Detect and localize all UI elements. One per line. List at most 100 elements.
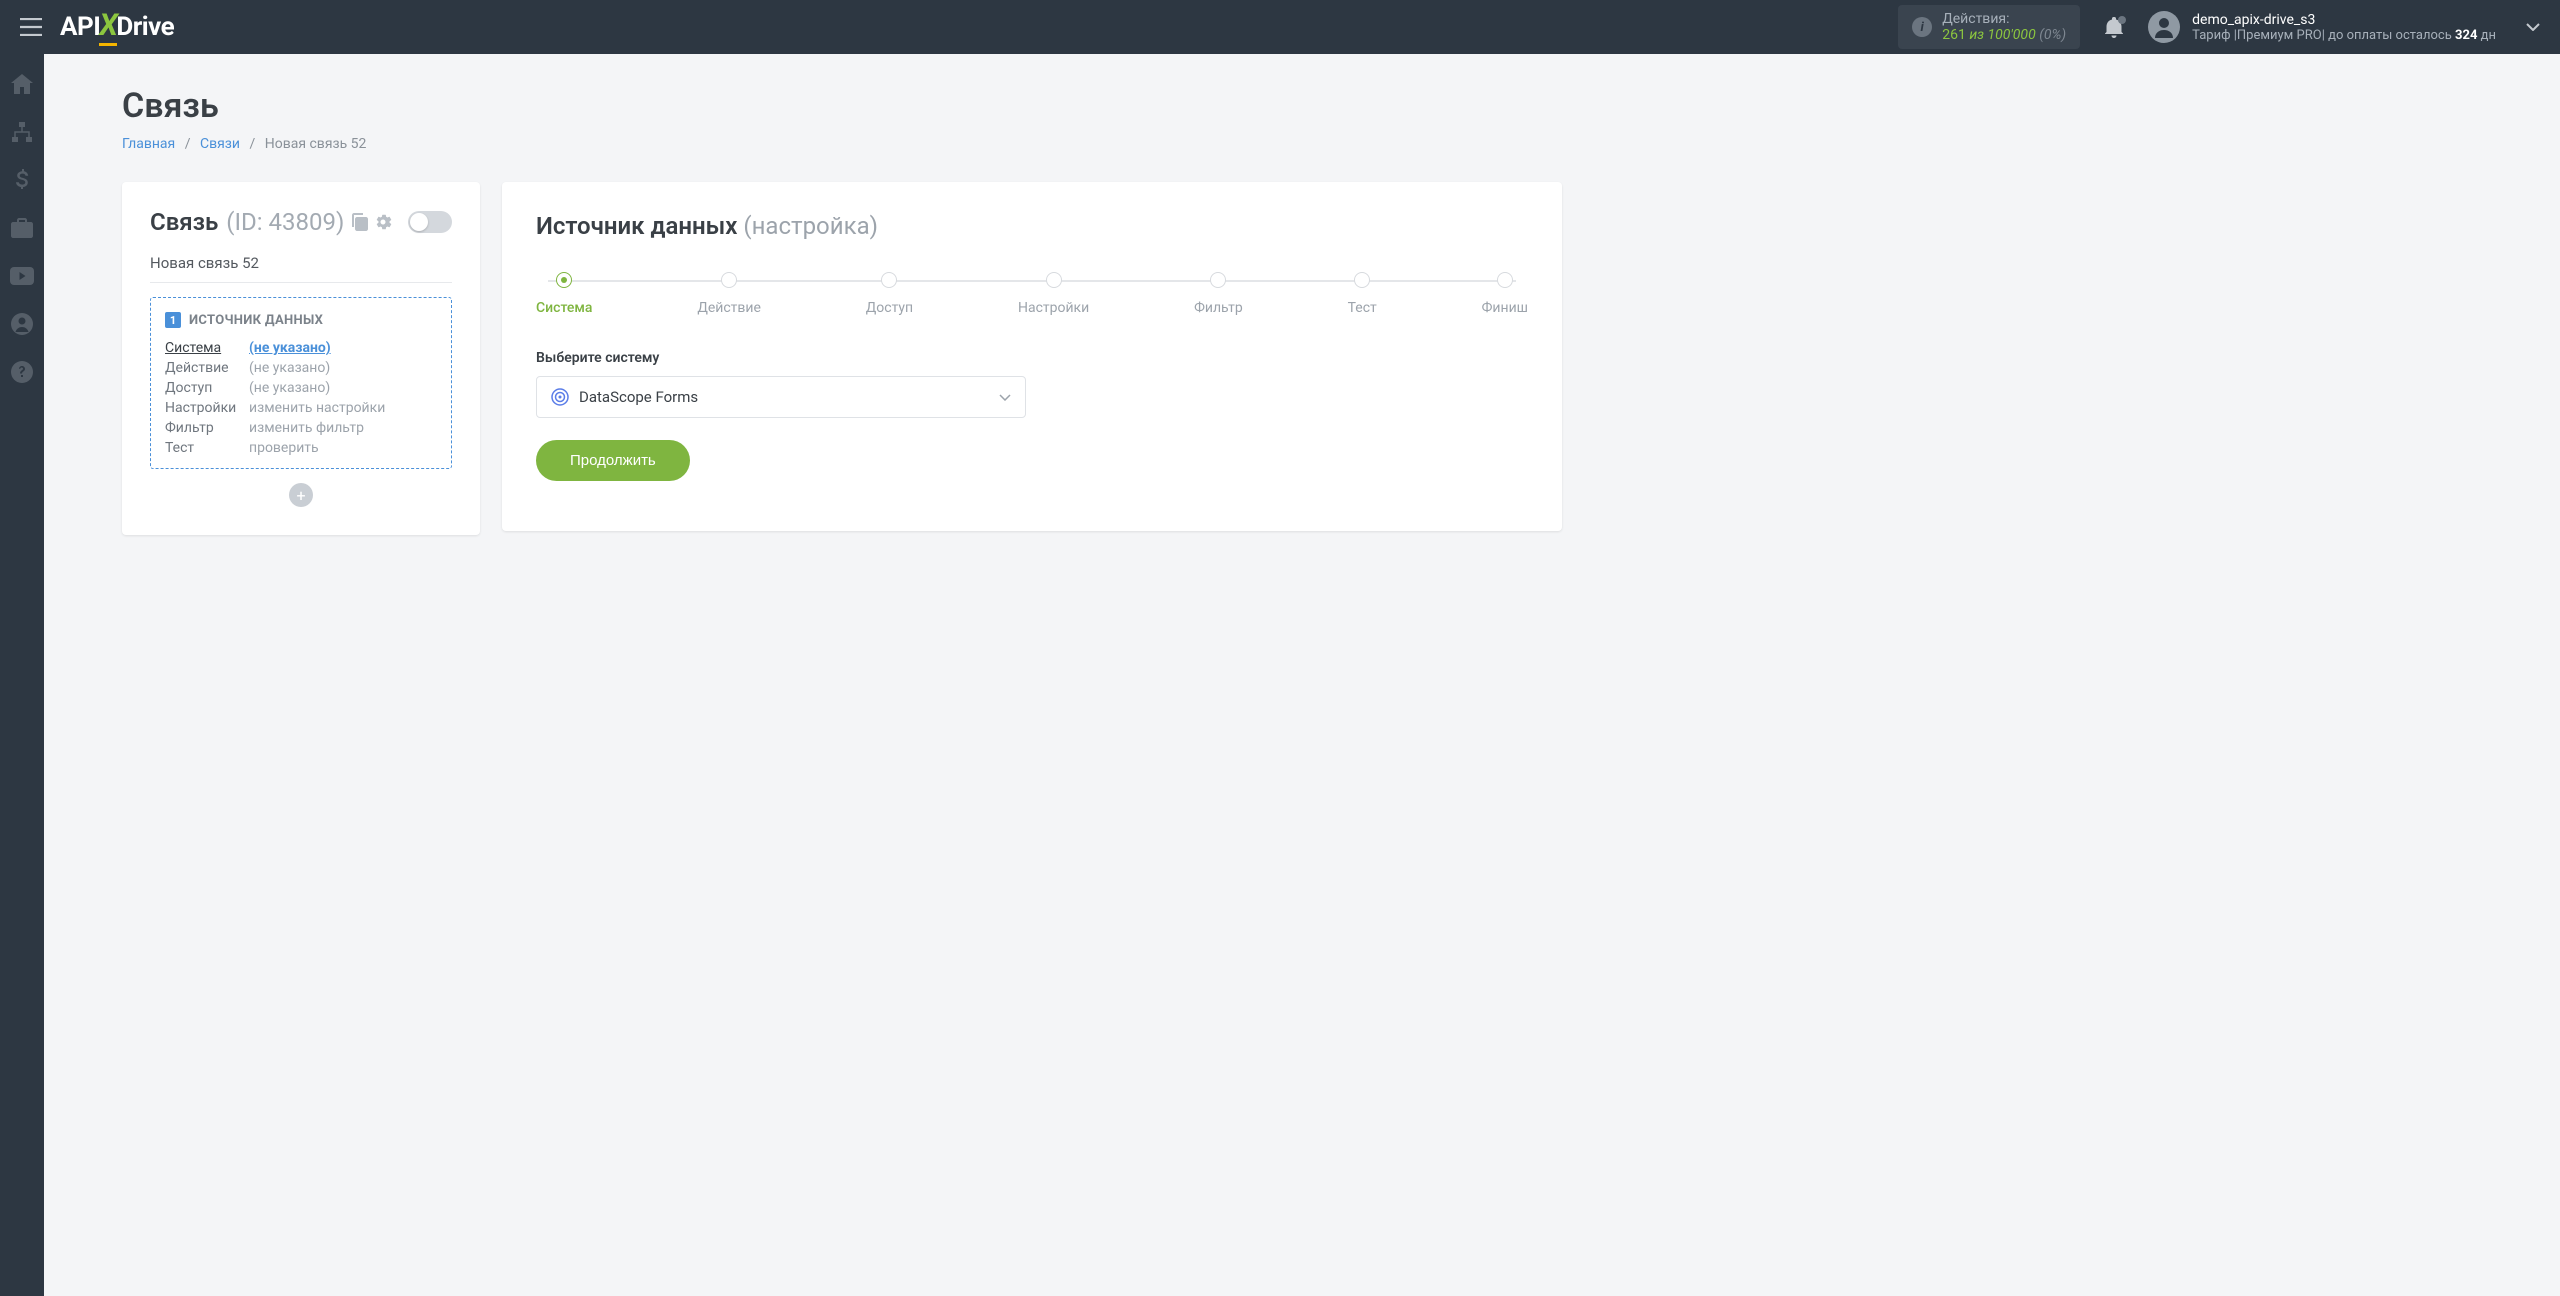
sidebar-user-icon[interactable] <box>10 312 34 336</box>
chevron-down-icon <box>999 394 1011 401</box>
field-label: Выберите систему <box>536 350 1528 366</box>
source-table: Система(не указано)Действие(не указано)Д… <box>165 340 437 456</box>
step-финиш[interactable]: Финиш <box>1482 272 1528 316</box>
breadcrumb-current: Новая связь 52 <box>265 136 367 152</box>
step-настройки[interactable]: Настройки <box>1018 272 1089 316</box>
sidebar-home-icon[interactable] <box>10 72 34 96</box>
step-доступ[interactable]: Доступ <box>866 272 913 316</box>
step-circle <box>881 272 897 288</box>
actions-counter[interactable]: i Действия: 261 из 100'000 (0%) <box>1898 5 2080 49</box>
connection-title-row: Связь (ID: 43809) <box>150 208 452 236</box>
actions-text: Действия: 261 из 100'000 (0%) <box>1942 11 2066 43</box>
bell-dot <box>2118 16 2126 24</box>
source-row-label: Действие <box>165 360 249 376</box>
sidebar-help-icon[interactable] <box>10 360 34 384</box>
actions-of: из <box>1969 27 1984 43</box>
connection-id: (ID: 43809) <box>226 208 344 236</box>
add-button[interactable]: + <box>289 483 313 507</box>
system-select-value: DataScope Forms <box>579 388 698 406</box>
source-row-value: изменить фильтр <box>249 420 437 436</box>
source-row-value[interactable]: (не указано) <box>249 340 437 356</box>
user-text: demo_apix-drive_s3 Тариф |Премиум PRO| д… <box>2192 12 2496 43</box>
source-row-value: (не указано) <box>249 360 437 376</box>
source-row-value: проверить <box>249 440 437 456</box>
breadcrumb-home[interactable]: Главная <box>122 136 175 152</box>
sidebar-briefcase-icon[interactable] <box>10 216 34 240</box>
step-система[interactable]: Система <box>536 272 592 316</box>
config-title-main: Источник данных <box>536 212 737 240</box>
logo-x: X <box>99 8 117 46</box>
user-menu[interactable]: demo_apix-drive_s3 Тариф |Премиум PRO| д… <box>2148 11 2540 43</box>
page-body: Связь Главная / Связи / Новая связь 52 С… <box>0 54 2560 1296</box>
continue-button[interactable]: Продолжить <box>536 440 690 481</box>
logo-drive: Drive <box>116 12 174 42</box>
step-circle <box>556 272 572 288</box>
gear-icon[interactable] <box>374 213 392 231</box>
actions-label: Действия: <box>1942 11 2066 27</box>
enable-toggle[interactable] <box>408 211 452 233</box>
logo-api: API <box>60 12 100 42</box>
step-тест[interactable]: Тест <box>1348 272 1377 316</box>
source-head: 1 ИСТОЧНИК ДАННЫХ <box>165 312 437 328</box>
sidebar-youtube-icon[interactable] <box>10 264 34 288</box>
header: APIXDrive i Действия: 261 из 100'000 (0%… <box>0 0 2560 54</box>
source-row-label: Доступ <box>165 380 249 396</box>
step-фильтр[interactable]: Фильтр <box>1194 272 1243 316</box>
connection-icons <box>352 213 392 231</box>
page-title: Связь <box>122 86 2560 126</box>
avatar <box>2148 11 2180 43</box>
logo[interactable]: APIXDrive <box>60 8 174 46</box>
config-title-sub: (настройка) <box>743 212 878 240</box>
copy-icon[interactable] <box>352 213 368 231</box>
step-circle <box>1210 272 1226 288</box>
bell-icon[interactable] <box>2104 16 2124 38</box>
sidebar-dollar-icon[interactable] <box>10 168 34 192</box>
content: Связь Главная / Связи / Новая связь 52 С… <box>44 54 2560 1296</box>
connection-card: Связь (ID: 43809) Новая связь 52 1 ИСТОЧ… <box>122 182 480 535</box>
breadcrumb: Главная / Связи / Новая связь 52 <box>122 136 2560 152</box>
page-header: Связь Главная / Связи / Новая связь 52 <box>44 54 2560 160</box>
sidebar <box>0 54 44 1296</box>
breadcrumb-sep: / <box>185 136 191 152</box>
step-circle <box>1046 272 1062 288</box>
stepper: Система Действие Доступ Настройки Фильтр Тест… <box>536 272 1528 316</box>
step-circle <box>721 272 737 288</box>
step-label: Настройки <box>1018 300 1089 316</box>
step-label: Действие <box>697 300 761 316</box>
step-label: Финиш <box>1482 300 1528 316</box>
breadcrumb-links[interactable]: Связи <box>200 136 240 152</box>
chevron-down-icon <box>2526 23 2540 31</box>
source-row-value: (не указано) <box>249 380 437 396</box>
source-row-label: Настройки <box>165 400 249 416</box>
source-row-label[interactable]: Система <box>165 340 249 356</box>
source-head-text: ИСТОЧНИК ДАННЫХ <box>189 313 323 328</box>
user-name: demo_apix-drive_s3 <box>2192 12 2496 28</box>
toggle-knob <box>410 213 428 231</box>
config-card: Источник данных (настройка) Система Дейст… <box>502 182 1562 531</box>
system-select[interactable]: DataScope Forms <box>536 376 1026 418</box>
step-circle <box>1497 272 1513 288</box>
connection-title: Связь <box>150 208 218 236</box>
actions-pct: (0%) <box>2039 27 2066 43</box>
menu-toggle[interactable] <box>20 18 42 36</box>
actions-count: 261 <box>1942 27 1966 43</box>
step-circle <box>1354 272 1370 288</box>
source-row-label: Фильтр <box>165 420 249 436</box>
connection-name: Новая связь 52 <box>150 254 452 283</box>
header-right: i Действия: 261 из 100'000 (0%) demo_api… <box>1898 5 2540 49</box>
actions-max: 100'000 <box>1988 27 2036 43</box>
source-row-value: изменить настройки <box>249 400 437 416</box>
user-plan: Тариф |Премиум PRO| до оплаты осталось 3… <box>2192 28 2496 43</box>
step-label: Фильтр <box>1194 300 1243 316</box>
sidebar-sitemap-icon[interactable] <box>10 120 34 144</box>
info-icon: i <box>1912 17 1932 37</box>
panels: Связь (ID: 43809) Новая связь 52 1 ИСТОЧ… <box>44 160 2560 535</box>
breadcrumb-sep: / <box>249 136 255 152</box>
config-title: Источник данных (настройка) <box>536 212 1528 240</box>
source-box: 1 ИСТОЧНИК ДАННЫХ Система(не указано)Дей… <box>150 297 452 469</box>
step-label: Тест <box>1348 300 1377 316</box>
badge-one: 1 <box>165 312 181 328</box>
step-label: Система <box>536 300 592 316</box>
source-row-label: Тест <box>165 440 249 456</box>
step-действие[interactable]: Действие <box>697 272 761 316</box>
